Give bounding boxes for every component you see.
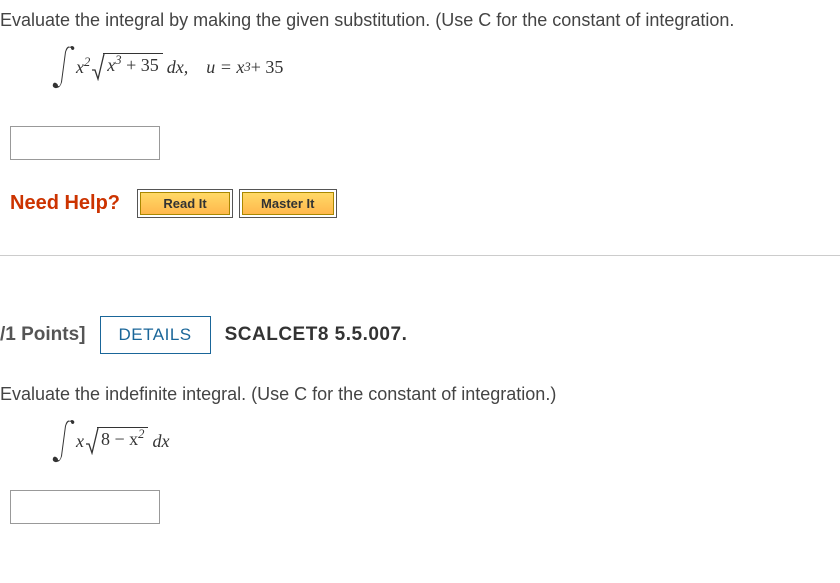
details-button[interactable]: DETAILS [100, 316, 211, 354]
reference-code: SCALCET8 5.5.007. [225, 324, 408, 346]
integral-sign-icon [50, 43, 78, 91]
q2-integral: x 8 − x2 dx [0, 417, 840, 465]
q1-integral: x2 x3 + 35 dx, u = x3 + 35 [0, 43, 840, 91]
integral-sign-icon [50, 417, 78, 465]
sqrt-icon [85, 427, 99, 455]
section-divider [0, 255, 840, 256]
q1-answer-input[interactable] [10, 126, 160, 160]
sqrt-icon [91, 53, 105, 81]
need-help-label: Need Help? [10, 192, 120, 215]
master-it-button[interactable]: Master It [242, 192, 333, 215]
q1-prompt: Evaluate the integral by making the give… [0, 10, 840, 31]
q2-prompt: Evaluate the indefinite integral. (Use C… [0, 384, 840, 405]
points-label: /1 Points] [0, 324, 86, 346]
read-it-button[interactable]: Read It [140, 192, 230, 215]
q2-answer-input[interactable] [10, 490, 160, 524]
